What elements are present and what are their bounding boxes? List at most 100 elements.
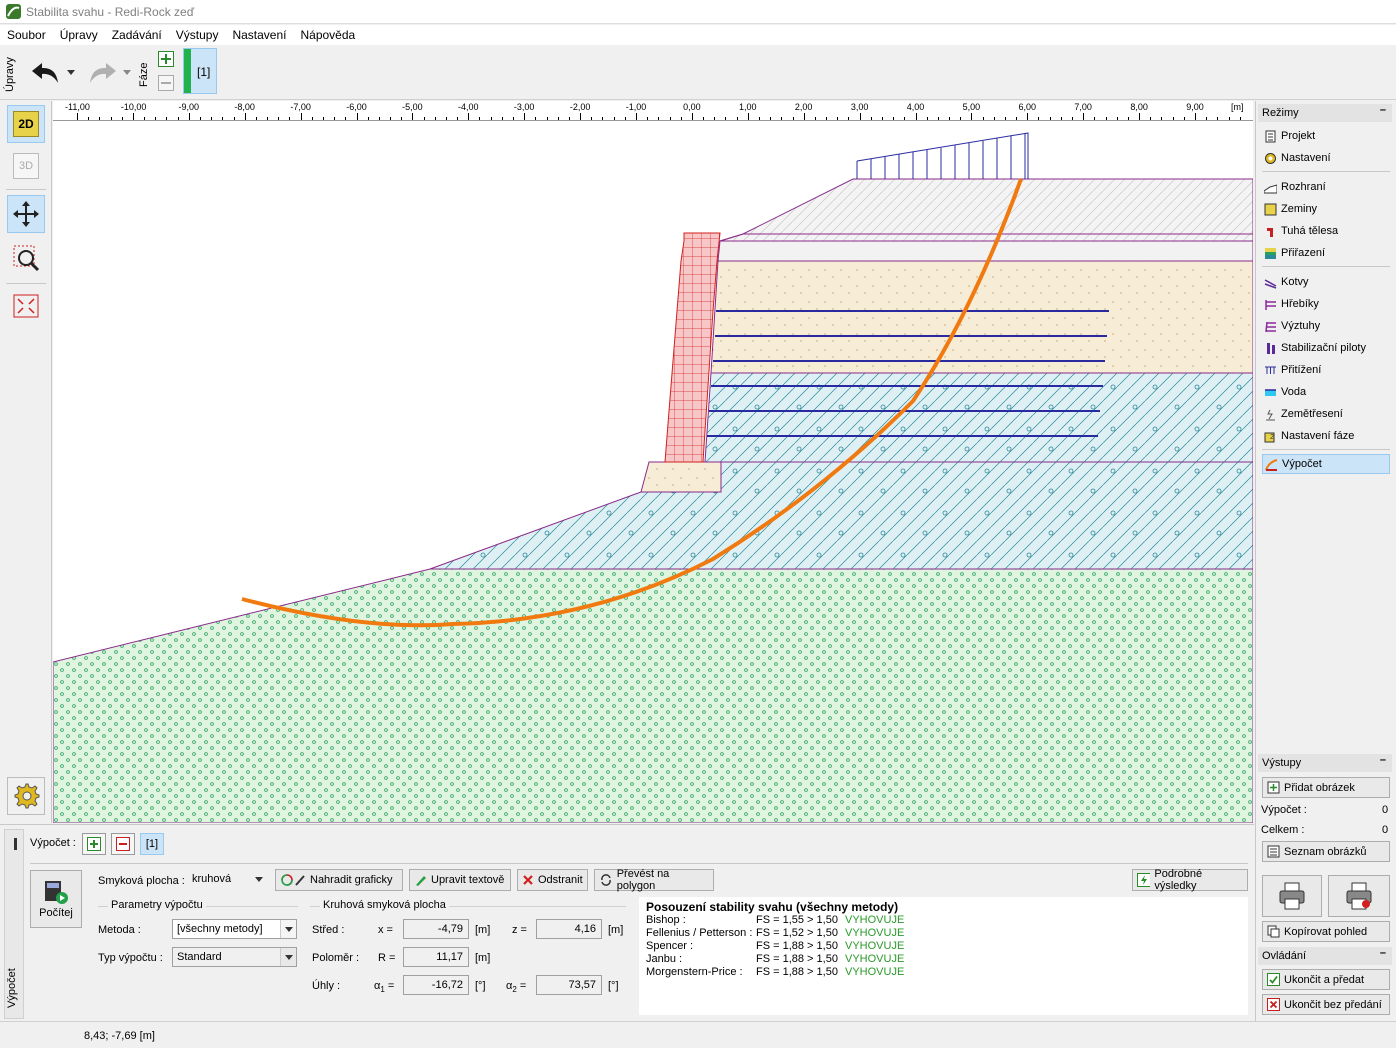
view-3d-button[interactable]: 3D [7,147,45,185]
convert-polygon-button[interactable]: Převést na polygon [594,868,714,892]
mode-hrebiky[interactable]: Hřebíky [1262,294,1390,314]
mode-pritizeni[interactable]: Přitížení [1262,360,1390,380]
cross-section-drawing[interactable] [53,121,1253,823]
mode-zemetreseni[interactable]: Zemětřesení [1262,404,1390,424]
menu-bar: Soubor Úpravy Zadávání Výstupy Nastavení Nápo… [0,25,1396,45]
list-images-button[interactable]: Seznam obrázků [1262,841,1390,862]
control-header[interactable]: Ovládání – [1258,947,1392,965]
outputs-header[interactable]: Výstupy – [1258,754,1392,772]
detailed-results-button[interactable]: Podrobné výsledky [1132,868,1248,892]
result-status: VYHOVUJE [845,927,905,939]
reinforcement-icon [1265,321,1276,332]
mode-label: Výpočet [1282,458,1322,470]
mode-label: Projekt [1281,130,1316,142]
calc-stage-tab[interactable]: [1] [140,833,164,855]
collapse-icon[interactable]: – [1380,947,1386,959]
pile-icon [1267,342,1275,354]
surcharge-load [856,132,1029,179]
redo-icon[interactable] [86,59,118,87]
copy-view-button[interactable]: Kopírovat pohled [1262,921,1390,942]
ruler-tick [1139,113,1141,120]
edit-text-button[interactable]: Upravit textově [409,869,511,891]
print-preview-button[interactable] [1328,875,1390,917]
calc-side-tab[interactable]: Výpočet [4,829,24,1019]
run-calc-button[interactable]: Počítej [30,870,82,928]
alpha2-field[interactable]: 73,57 [536,975,602,995]
replace-graphically-label: Nahradit graficky [310,874,393,886]
radius-field[interactable]: 11,17 [403,947,469,967]
soil-layer-grey-top [719,178,1253,242]
zoom-button[interactable] [7,239,45,277]
menu-vystupy[interactable]: Výstupy [169,25,226,42]
x-field[interactable]: -4,79 [403,919,469,939]
upravy-tab[interactable]: Úpravy [4,53,20,97]
ruler-tick [412,113,414,120]
add-calc-button[interactable] [82,833,106,855]
tools-divider-2 [6,283,46,284]
modes-header[interactable]: Režimy – [1258,104,1392,122]
finish-no-button[interactable]: Ukončit bez předání [1262,994,1390,1015]
ruler-tick-label: 1,00 [739,102,757,112]
stage-label: [1] [197,65,211,79]
remove-stage-icon[interactable] [158,75,174,91]
mode-nastaveni[interactable]: Nastavení [1262,148,1390,168]
mode-label: Nastavení [1281,152,1331,164]
mode-zeminy[interactable]: Zeminy [1262,199,1390,219]
add-stage-icon[interactable] [158,51,174,67]
alpha1-field[interactable]: -16,72 [403,975,469,995]
mode-projekt[interactable]: Projekt [1262,126,1390,146]
menu-soubor[interactable]: Soubor [0,25,53,42]
ruler-tick [691,113,693,120]
print-button[interactable] [1262,875,1322,917]
z-field[interactable]: 4,16 [536,919,602,939]
remove-calc-button[interactable] [111,833,135,855]
menu-upravy[interactable]: Úpravy [53,25,105,42]
collapse-icon[interactable]: – [1380,104,1386,116]
result-fs: FS = 1,55 > 1,50 [756,914,838,926]
settings-button[interactable] [7,777,45,815]
x-label: x = [378,924,393,936]
mode-vypocet[interactable]: Výpočet [1262,454,1390,474]
outputs-celkem-label: Celkem : [1261,824,1305,836]
add-image-button[interactable]: Přidat obrázek [1262,777,1390,798]
menu-nastaveni[interactable]: Nastavení [225,25,293,42]
calculator-run-icon [45,881,68,904]
mode-tuha-telesa[interactable]: Tuhá tělesa [1262,221,1390,241]
method-select[interactable]: [všechny metody] [172,919,297,939]
mode-nastaveni-faze[interactable]: 2 Nastavení fáze [1262,426,1390,446]
calc-side-tab-label: Výpočet [6,968,18,1008]
undo-dropdown-icon[interactable] [66,69,76,77]
menu-zadavani[interactable]: Zadávání [105,25,169,42]
tools-divider [6,189,46,190]
ruler-tick [77,113,78,120]
view-2d-button[interactable]: 2D [7,105,45,143]
mode-voda[interactable]: Voda [1262,382,1390,402]
mode-kotvy[interactable]: Kotvy [1262,272,1390,292]
mode-vyztuhy[interactable]: Výztuhy [1262,316,1390,336]
calc-stage-label: [1] [145,838,159,850]
collapse-icon[interactable]: – [1380,754,1386,766]
ruler-tick-label: 0,00 [683,102,701,112]
result-status: VYHOVUJE [845,966,905,978]
chevron-down-icon [280,920,296,938]
mode-stabilizacni-piloty[interactable]: Stabilizační piloty [1262,338,1390,358]
replace-graphically-button[interactable]: Nahradit graficky [275,869,403,891]
modes-header-label: Režimy [1262,107,1299,119]
mode-prirazeni[interactable]: Přiřazení [1262,243,1390,263]
stage-1-button[interactable]: [1] [183,48,217,94]
slip-select[interactable]: kruhová [188,870,267,890]
drawing-canvas[interactable] [53,121,1253,823]
mode-rozhrani[interactable]: Rozhraní [1262,177,1390,197]
undo-icon[interactable] [30,59,62,87]
menu-napoveda[interactable]: Nápověda [293,25,362,42]
slip-value: kruhová [192,873,232,885]
remove-button[interactable]: Odstranit [517,869,588,891]
soil-layer-blue-lower [429,461,1253,570]
finish-button[interactable]: Ukončit a předat [1262,969,1390,990]
type-select[interactable]: Standard [172,947,297,967]
document-icon [1265,130,1276,142]
zoom-extents-button[interactable] [7,287,45,325]
move-button[interactable] [7,195,45,233]
redo-dropdown-icon[interactable] [122,69,132,77]
list-icon [1267,845,1280,858]
